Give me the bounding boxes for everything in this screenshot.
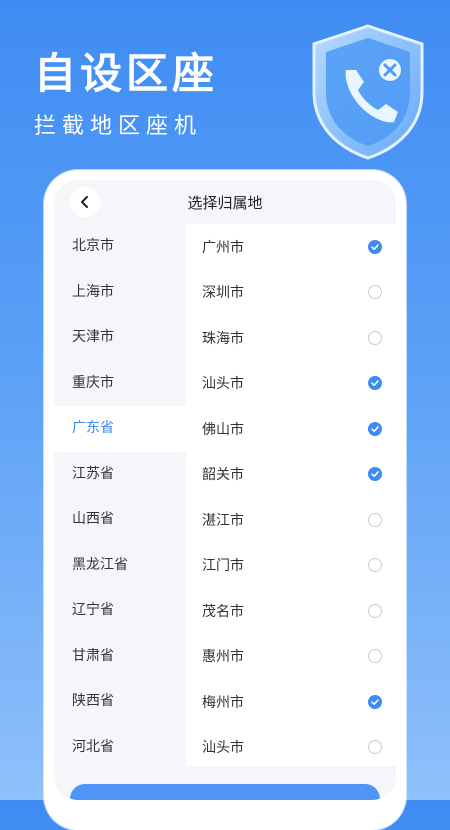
- city-label: 汕头市: [202, 376, 244, 393]
- city-label: 梅州市: [202, 694, 244, 711]
- city-item[interactable]: 汕头市: [186, 725, 396, 771]
- province-item[interactable]: 重庆市: [54, 361, 186, 407]
- province-item[interactable]: 黑龙江省: [54, 543, 186, 589]
- hero-subtitle: 拦截地区座机: [34, 114, 203, 139]
- empty-circle-icon[interactable]: [368, 558, 382, 573]
- city-label: 珠海市: [202, 330, 244, 347]
- city-label: 深圳市: [202, 285, 244, 302]
- province-item[interactable]: 天津市: [54, 315, 186, 361]
- province-item[interactable]: 辽宁省: [54, 588, 186, 634]
- city-label: 惠州市: [202, 649, 244, 666]
- province-item[interactable]: 甘肃省: [54, 634, 186, 680]
- empty-circle-icon[interactable]: [368, 512, 382, 527]
- shield-phone-block-icon: [312, 24, 424, 160]
- check-circle-icon[interactable]: [368, 694, 382, 709]
- city-item[interactable]: 佛山市: [186, 406, 396, 452]
- empty-circle-icon[interactable]: [368, 649, 382, 664]
- province-item[interactable]: 北京市: [54, 224, 186, 270]
- empty-circle-icon[interactable]: [368, 330, 382, 345]
- province-list: 北京市 上海市 天津市 重庆市 广东省 江苏省 山西省 黑龙江省 辽宁省 甘肃省 陕西省 河北省: [54, 224, 186, 770]
- picker-header: 选择归属地: [54, 180, 396, 224]
- location-picker-card: 选择归属地 北京市 上海市 天津市 重庆市 广东省 江苏省 山西省 黑龙江省 辽宁省 甘肃省 陕西省…: [54, 180, 396, 800]
- city-item[interactable]: 茂名市: [186, 588, 396, 634]
- empty-circle-icon[interactable]: [368, 740, 382, 755]
- city-label: 湛江市: [202, 512, 244, 529]
- check-circle-icon[interactable]: [368, 421, 382, 436]
- picker-title: 选择归属地: [187, 193, 263, 212]
- city-item[interactable]: 湛江市: [186, 497, 396, 543]
- province-item[interactable]: 山西省: [54, 497, 186, 543]
- city-list: 广州市 深圳市 珠海市 汕头市 佛山市 韶关市 湛江市 江门市 茂名市 惠州市 梅州市 汕头市: [186, 224, 396, 766]
- province-item[interactable]: 上海市: [54, 270, 186, 316]
- check-circle-icon[interactable]: [368, 239, 382, 254]
- empty-circle-icon[interactable]: [368, 285, 382, 300]
- empty-circle-icon[interactable]: [368, 603, 382, 618]
- city-item[interactable]: 珠海市: [186, 315, 396, 361]
- city-label: 佛山市: [202, 421, 244, 438]
- city-item[interactable]: 江门市: [186, 543, 396, 589]
- province-item[interactable]: 河北省: [54, 725, 186, 771]
- city-label: 茂名市: [202, 603, 244, 620]
- province-item[interactable]: 广东省: [54, 406, 186, 452]
- chevron-left-icon: [81, 196, 88, 208]
- city-item[interactable]: 广州市: [186, 224, 396, 270]
- city-item[interactable]: 深圳市: [186, 270, 396, 316]
- check-circle-icon[interactable]: [368, 376, 382, 391]
- city-label: 汕头市: [202, 740, 244, 757]
- city-label: 韶关市: [202, 467, 244, 484]
- city-item[interactable]: 梅州市: [186, 679, 396, 725]
- city-item[interactable]: 韶关市: [186, 452, 396, 498]
- city-label: 江门市: [202, 558, 244, 575]
- hero-title: 自设区座: [34, 49, 219, 98]
- city-item[interactable]: 汕头市: [186, 361, 396, 407]
- confirm-button[interactable]: [70, 784, 380, 800]
- province-item[interactable]: 江苏省: [54, 452, 186, 498]
- city-label: 广州市: [202, 239, 244, 256]
- city-item[interactable]: 惠州市: [186, 634, 396, 680]
- province-item[interactable]: 陕西省: [54, 679, 186, 725]
- back-button[interactable]: [70, 187, 100, 217]
- check-circle-icon[interactable]: [368, 467, 382, 482]
